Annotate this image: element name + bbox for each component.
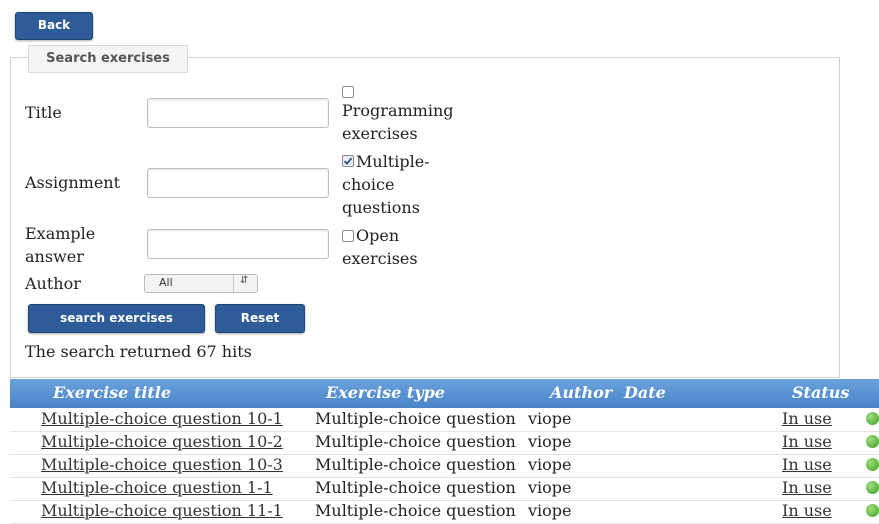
exercise-type: Multiple-choice question [315, 409, 516, 428]
assignment-input[interactable] [147, 168, 329, 198]
exercise-type: Multiple-choice question [315, 432, 516, 451]
table-row: Multiple-choice question 10-1 Multiple-c… [10, 408, 879, 432]
table-row: Multiple-choice question 10-3 Multiple-c… [10, 454, 879, 478]
table-row: Multiple-choice question 11-1 Multiple-c… [10, 500, 879, 524]
status-link[interactable]: In use [782, 478, 832, 497]
open-exercises-label-line1: Open [356, 226, 400, 245]
exercise-author: viope [528, 478, 572, 497]
author-label: Author [25, 274, 81, 293]
exercise-author: viope [528, 432, 572, 451]
exercise-author: viope [528, 455, 572, 474]
programming-exercises-checkbox[interactable] [342, 86, 354, 98]
title-input[interactable] [147, 98, 329, 128]
status-link[interactable]: In use [782, 409, 832, 428]
exercise-title-link[interactable]: Multiple-choice question 10-1 [41, 409, 283, 428]
search-exercises-button[interactable]: search exercises [28, 304, 205, 333]
search-hits-text: The search returned 67 hits [25, 342, 252, 361]
status-active-icon[interactable] [866, 458, 879, 471]
author-select-value: All [159, 276, 173, 289]
status-link[interactable]: In use [782, 455, 832, 474]
table-row: Multiple-choice question 1-1 Multiple-ch… [10, 477, 879, 501]
exercise-author: viope [528, 501, 572, 520]
header-date[interactable]: Date [624, 383, 666, 402]
reset-button[interactable]: Reset [215, 304, 305, 333]
status-link[interactable]: In use [782, 432, 832, 451]
search-panel-legend: Search exercises [28, 45, 188, 73]
checkmark-icon [343, 157, 353, 165]
example-answer-input[interactable] [147, 229, 329, 259]
header-author[interactable]: Author [550, 383, 612, 402]
back-button[interactable]: Back [15, 12, 93, 40]
programming-exercises-label-line2: exercises [342, 124, 418, 143]
example-answer-label-line2: answer [25, 247, 84, 266]
header-status[interactable]: Status [792, 383, 849, 402]
exercise-author: viope [528, 409, 572, 428]
programming-exercises-label-line1: Programming [342, 101, 454, 120]
status-link[interactable]: In use [782, 501, 832, 520]
select-arrows-icon: ⇵ [240, 275, 249, 286]
exercise-title-link[interactable]: Multiple-choice question 10-2 [41, 432, 283, 451]
author-select[interactable]: All ⇵ [144, 274, 258, 293]
title-label: Title [25, 103, 62, 122]
results-table-header: Exercise title Exercise type Author Date… [10, 379, 879, 408]
exercise-title-link[interactable]: Multiple-choice question 11-1 [41, 501, 283, 520]
header-exercise-title[interactable]: Exercise title [53, 383, 171, 402]
exercise-type: Multiple-choice question [315, 501, 516, 520]
example-answer-label-line1: Example [25, 224, 96, 243]
multiple-choice-checkbox[interactable] [342, 155, 354, 167]
assignment-label: Assignment [25, 173, 121, 192]
header-exercise-type[interactable]: Exercise type [326, 383, 445, 402]
status-active-icon[interactable] [866, 504, 879, 517]
table-row: Multiple-choice question 10-2 Multiple-c… [10, 431, 879, 455]
open-exercises-checkbox[interactable] [342, 230, 354, 242]
status-active-icon[interactable] [866, 435, 879, 448]
select-divider [233, 275, 234, 292]
exercise-title-link[interactable]: Multiple-choice question 1-1 [41, 478, 273, 497]
open-exercises-label-line2: exercises [342, 249, 418, 268]
exercise-title-link[interactable]: Multiple-choice question 10-3 [41, 455, 283, 474]
exercise-type: Multiple-choice question [315, 478, 516, 497]
multiple-choice-label-line1: Multiple- [356, 152, 430, 171]
status-active-icon[interactable] [866, 481, 879, 494]
exercise-type: Multiple-choice question [315, 455, 516, 474]
multiple-choice-label-line2: choice [342, 175, 395, 194]
multiple-choice-label-line3: questions [342, 198, 420, 217]
status-active-icon[interactable] [866, 412, 879, 425]
